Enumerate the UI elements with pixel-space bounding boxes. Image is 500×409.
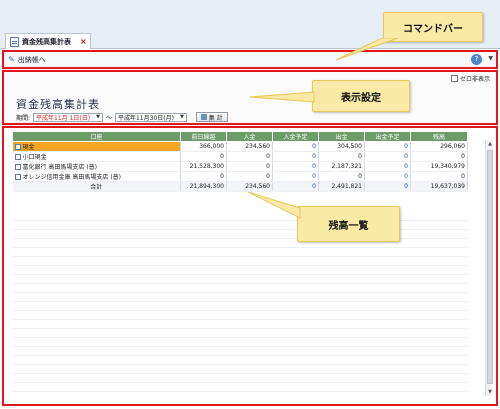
deposit-plan-cell: 0 xyxy=(272,171,319,182)
period-row: 期間: 平成年11月 1日(日) ▼ 〜 平成年11月30日(月) ▼ 集 計 xyxy=(16,112,228,122)
carry-cell: 21,528,300 xyxy=(180,161,227,172)
account-name: 小口現金 xyxy=(22,154,47,161)
close-icon[interactable]: × xyxy=(80,37,87,46)
deposit-cell: 0 xyxy=(226,151,273,162)
callout-list: 残高一覧 xyxy=(297,206,400,242)
tab-fund-balance[interactable]: 資金残高集計表 × xyxy=(5,33,91,49)
col-header-deposit-plan[interactable]: 入金予定 xyxy=(272,131,319,142)
callout-list-label: 残高一覧 xyxy=(328,220,369,232)
scrollbar-thumb[interactable] xyxy=(487,150,493,384)
account-name: オレンジ信用金庫 高田馬場支店 (普) xyxy=(22,174,122,181)
callout-settings: 表示設定 xyxy=(312,80,410,112)
command-bar: ✎ 出納帳へ ? ▼ xyxy=(2,50,498,69)
callout-command-bar-label: コマンドバー xyxy=(403,23,463,35)
col-header-carry[interactable]: 前日繰越 xyxy=(180,131,227,142)
from-date-select[interactable]: 平成年11月 1日(日) ▼ xyxy=(33,112,103,122)
account-icon xyxy=(14,164,21,170)
deposit-plan-cell: 0 xyxy=(272,151,319,162)
goto-cashbook-button[interactable]: 出納帳へ xyxy=(18,55,46,65)
total-carry: 21,894,300 xyxy=(180,181,227,192)
account-icon xyxy=(14,174,21,180)
scroll-down-icon[interactable]: ▼ xyxy=(486,389,494,395)
callout-settings-tail xyxy=(249,91,315,103)
chevron-down-icon: ▼ xyxy=(96,114,100,120)
balance-cell: 296,060 xyxy=(410,141,468,152)
withdraw-plan-cell: 0 xyxy=(364,151,411,162)
calculate-button-label: 集 計 xyxy=(208,114,223,122)
balance-cell: 0 xyxy=(410,171,468,182)
balance-cell: 19,340,979 xyxy=(410,161,468,172)
period-separator: 〜 xyxy=(105,114,112,122)
withdraw-cell: 2,187,321 xyxy=(318,161,365,172)
total-withdraw: 2,491,821 xyxy=(318,181,365,192)
tab-title: 資金残高集計表 xyxy=(22,37,71,46)
from-era: 平成 xyxy=(36,114,49,122)
callout-settings-label: 表示設定 xyxy=(341,92,381,104)
calculate-button[interactable]: 集 計 xyxy=(195,112,228,122)
table-header-row: 口座 前日繰越 入金 入金予定 出金 出金予定 残高 xyxy=(12,131,468,142)
total-balance: 19,637,039 xyxy=(410,181,468,192)
account-icon xyxy=(14,144,21,150)
withdraw-cell: 304,500 xyxy=(318,141,365,152)
col-header-balance[interactable]: 残高 xyxy=(410,131,468,142)
deposit-cell: 0 xyxy=(226,171,273,182)
account-name: 現金 xyxy=(22,144,35,151)
hide-zero-toggle[interactable]: ゼロ非表示 xyxy=(450,74,490,83)
withdraw-cell: 0 xyxy=(318,151,365,162)
withdraw-plan-cell: 0 xyxy=(364,141,411,152)
pencil-icon: ✎ xyxy=(8,55,15,64)
total-label: 合計 xyxy=(12,181,181,192)
carry-cell: 0 xyxy=(180,151,227,162)
page-title: 資金残高集計表 xyxy=(16,98,100,111)
balance-table: 口座 前日繰越 入金 入金予定 出金 出金予定 残高 現金 366,000 23… xyxy=(12,131,468,192)
account-icon xyxy=(14,154,21,160)
period-label: 期間: xyxy=(16,114,31,122)
to-date-select[interactable]: 平成年11月30日(月) ▼ xyxy=(114,112,187,122)
to-era: 平成 xyxy=(117,114,130,122)
balance-list-panel: 口座 前日繰越 入金 入金予定 出金 出金予定 残高 現金 366,000 23… xyxy=(2,126,498,406)
deposit-plan-cell: 0 xyxy=(272,161,319,172)
carry-cell: 0 xyxy=(180,171,227,182)
to-date: 年11月30日(月) xyxy=(129,114,174,122)
table-row[interactable]: オレンジ信用金庫 高田馬場支店 (普) 0 0 0 0 0 0 xyxy=(12,171,468,182)
total-row: 合計 21,894,300 234,560 0 2,491,821 0 19,6… xyxy=(12,181,468,192)
chevron-down-icon[interactable]: ▼ xyxy=(488,55,493,62)
chevron-down-icon: ▼ xyxy=(179,114,184,120)
vertical-scrollbar[interactable]: ▲ ▼ xyxy=(485,140,493,396)
deposit-cell: 0 xyxy=(226,161,273,172)
from-date: 年11月 1日(日) xyxy=(48,114,91,122)
table-row[interactable]: 富化銀行 高田馬場支店 (普) 21,528,300 0 0 2,187,321… xyxy=(12,161,468,172)
table-row[interactable]: 小口現金 0 0 0 0 0 0 xyxy=(12,151,468,162)
col-header-withdraw-plan[interactable]: 出金予定 xyxy=(364,131,411,142)
col-header-account[interactable]: 口座 xyxy=(12,131,181,142)
total-withdraw-plan: 0 xyxy=(364,181,411,192)
deposit-cell: 234,560 xyxy=(226,141,273,152)
withdraw-plan-cell: 0 xyxy=(364,171,411,182)
calculator-icon xyxy=(200,114,207,120)
balance-cell: 0 xyxy=(410,151,468,162)
table-row[interactable]: 現金 366,000 234,560 0 304,500 0 296,060 xyxy=(12,141,468,152)
col-header-deposit[interactable]: 入金 xyxy=(226,131,273,142)
account-name: 富化銀行 高田馬場支店 (普) xyxy=(22,164,98,171)
callout-command-bar-tail xyxy=(335,38,399,61)
hide-zero-label: ゼロ非表示 xyxy=(459,76,490,83)
withdraw-cell: 0 xyxy=(318,171,365,182)
help-icon[interactable]: ? xyxy=(471,54,482,65)
document-icon xyxy=(10,36,19,47)
carry-cell: 366,000 xyxy=(180,141,227,152)
col-header-withdraw[interactable]: 出金 xyxy=(318,131,365,142)
hide-zero-checkbox[interactable] xyxy=(450,75,458,82)
withdraw-plan-cell: 0 xyxy=(364,161,411,172)
empty-grid-area xyxy=(12,220,467,395)
deposit-plan-cell: 0 xyxy=(272,141,319,152)
callout-list-tail xyxy=(247,191,301,219)
scroll-up-icon[interactable]: ▲ xyxy=(486,141,494,147)
